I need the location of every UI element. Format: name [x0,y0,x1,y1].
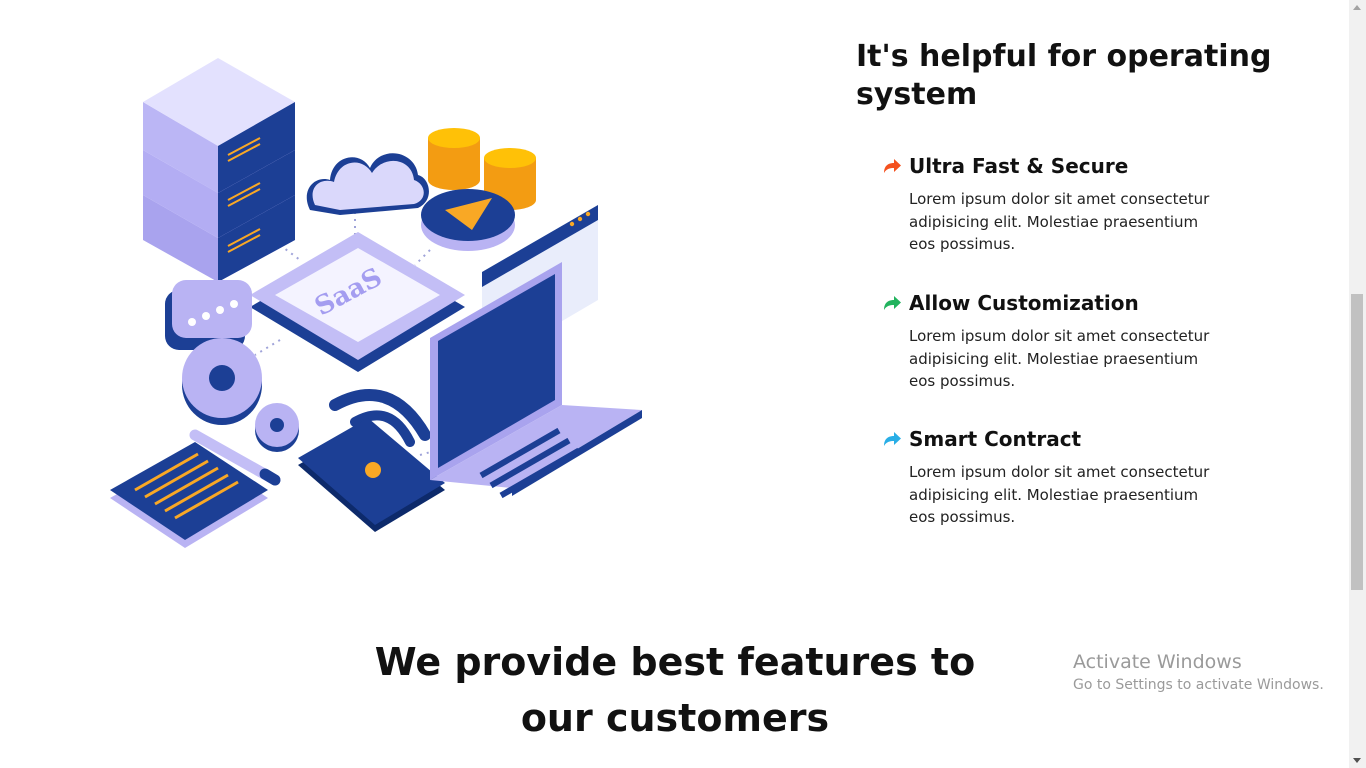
feature-item: Smart Contract Lorem ipsum dolor sit ame… [882,425,1242,529]
feature-description: Lorem ipsum dolor sit amet consectetur a… [909,463,1210,526]
chat-bubble-icon [165,280,252,350]
feature-item: Ultra Fast & Secure Lorem ipsum dolor si… [882,152,1242,256]
section-title: It's helpful for operating system [856,39,1272,112]
small-gear-icon [255,403,299,452]
watermark-subtitle: Go to Settings to activate Windows. [1073,677,1324,693]
phone-wifi-icon [298,389,445,532]
features-heading: We provide best features to our customer… [374,640,976,740]
scrollbar-thumb[interactable] [1351,294,1363,590]
feature-description: Lorem ipsum dolor sit amet consectetur a… [909,190,1210,253]
scroll-up-arrow-icon[interactable] [1353,5,1361,10]
vertical-scrollbar[interactable] [1349,0,1366,768]
feature-item: Allow Customization Lorem ipsum dolor si… [882,289,1242,393]
cloud-icon [306,153,429,215]
feature-title: Allow Customization [909,291,1139,315]
laptop-icon [430,262,642,499]
feature-title: Ultra Fast & Secure [909,154,1129,178]
play-button-icon [421,189,515,251]
feature-description: Lorem ipsum dolor sit amet consectetur a… [909,327,1210,390]
share-arrow-icon [884,159,901,173]
saas-isometric-illustration: SaaS [110,58,642,548]
server-stack-icon [143,58,295,282]
feature-title: Smart Contract [909,427,1082,451]
share-arrow-icon [884,296,901,310]
share-arrow-icon [884,432,901,446]
activate-windows-watermark: Activate Windows Go to Settings to activ… [1073,650,1324,696]
watermark-title: Activate Windows [1073,651,1242,673]
gear-icon [182,338,262,425]
scroll-down-arrow-icon[interactable] [1353,758,1361,763]
